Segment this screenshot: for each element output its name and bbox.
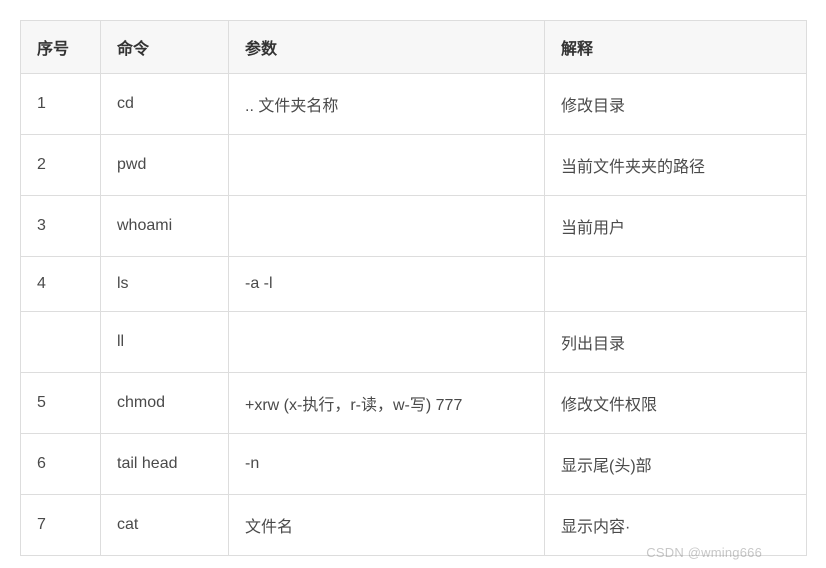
cell-params: -a -l: [229, 257, 545, 312]
table-row: 2 pwd 当前文件夹夹的路径: [21, 135, 807, 196]
cell-command: whoami: [101, 196, 229, 257]
cell-index: 5: [21, 373, 101, 434]
cell-params: [229, 135, 545, 196]
table-header-row: 序号 命令 参数 解释: [21, 21, 807, 74]
cell-params: +xrw (x-执行，r-读，w-写) 777: [229, 373, 545, 434]
cell-command: cat: [101, 495, 229, 556]
cell-index: 3: [21, 196, 101, 257]
header-command: 命令: [101, 21, 229, 74]
cell-index: 7: [21, 495, 101, 556]
cell-desc: 修改目录: [545, 74, 807, 135]
watermark-text: CSDN @wming666: [646, 545, 762, 560]
cell-command: ls: [101, 257, 229, 312]
cell-desc: 显示尾(头)部: [545, 434, 807, 495]
cell-command: pwd: [101, 135, 229, 196]
cell-command: chmod: [101, 373, 229, 434]
cell-index: 4: [21, 257, 101, 312]
header-index: 序号: [21, 21, 101, 74]
cell-params: 文件名: [229, 495, 545, 556]
cell-desc: [545, 257, 807, 312]
cell-desc: 当前文件夹夹的路径: [545, 135, 807, 196]
cell-desc: 当前用户: [545, 196, 807, 257]
cell-params: .. 文件夹名称: [229, 74, 545, 135]
table-row: 5 chmod +xrw (x-执行，r-读，w-写) 777 修改文件权限: [21, 373, 807, 434]
table-row: 4 ls -a -l: [21, 257, 807, 312]
cell-desc: 列出目录: [545, 312, 807, 373]
commands-table: 序号 命令 参数 解释 1 cd .. 文件夹名称 修改目录 2 pwd 当前文…: [20, 20, 807, 556]
cell-index: 6: [21, 434, 101, 495]
table-row: 1 cd .. 文件夹名称 修改目录: [21, 74, 807, 135]
cell-command: ll: [101, 312, 229, 373]
cell-index: 2: [21, 135, 101, 196]
table-row: 6 tail head -n 显示尾(头)部: [21, 434, 807, 495]
cell-params: [229, 312, 545, 373]
cell-params: -n: [229, 434, 545, 495]
cell-command: tail head: [101, 434, 229, 495]
cell-index: [21, 312, 101, 373]
cell-command: cd: [101, 74, 229, 135]
header-desc: 解释: [545, 21, 807, 74]
table-row: ll 列出目录: [21, 312, 807, 373]
cell-index: 1: [21, 74, 101, 135]
table-row: 3 whoami 当前用户: [21, 196, 807, 257]
cell-params: [229, 196, 545, 257]
cell-desc: 修改文件权限: [545, 373, 807, 434]
header-params: 参数: [229, 21, 545, 74]
